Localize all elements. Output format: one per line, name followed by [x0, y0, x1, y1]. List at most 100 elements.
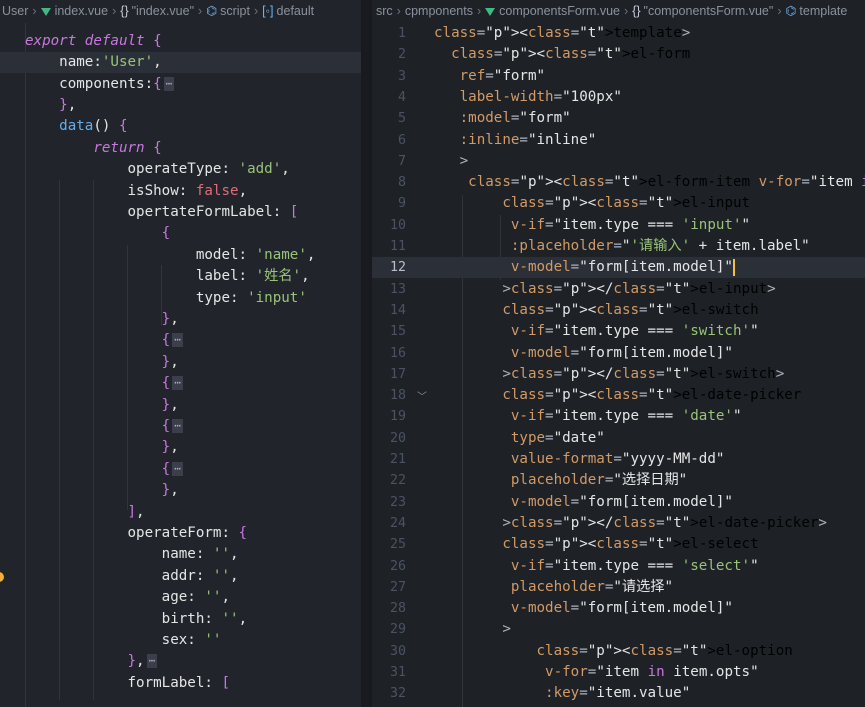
code-line[interactable]: 18 class="p"><class="t">el-date-picker	[372, 385, 865, 406]
code-text: placeholder="请选择"	[510, 578, 674, 595]
code-text: },	[59, 97, 77, 113]
breadcrumb-item[interactable]: User	[2, 4, 28, 18]
right-editor-pane[interactable]: 1 class="p"><class="t">template> 2 class="…	[372, 0, 865, 707]
code-line[interactable]: 12 v-model="form[item.model]"	[372, 257, 865, 279]
code-line[interactable]: }, ⋯	[0, 651, 361, 672]
code-line[interactable]: },	[0, 480, 361, 501]
line-number: 28	[389, 601, 406, 617]
code-line[interactable]: 17 >class="p"></class="t">el-switch>	[372, 364, 865, 385]
fold-ellipsis-icon[interactable]: ⋯	[172, 419, 183, 433]
code-line[interactable]: birth: '',	[0, 609, 361, 630]
code-text: v-model="form[item.model]"	[510, 493, 733, 510]
code-line[interactable]: return {	[0, 138, 361, 159]
code-line[interactable]: },	[0, 352, 361, 373]
code-line[interactable]: 21 value-format="yyyy-MM-dd"	[372, 449, 865, 470]
code-text: >class="p"></class="t">el-input>	[502, 280, 776, 297]
code-line[interactable]: },	[0, 395, 361, 416]
fold-ellipsis-icon[interactable]: ⋯	[146, 654, 158, 669]
code-text: v-model="form[item.model]"	[510, 344, 733, 361]
code-line[interactable]: components:{⋯	[0, 74, 361, 95]
code-line[interactable]: 7 >	[372, 151, 865, 172]
code-line[interactable]: 25 class="p"><class="t">el-select	[372, 534, 865, 555]
code-line[interactable]: 1 class="p"><class="t">template>	[372, 23, 865, 44]
code-line[interactable]: {⋯	[0, 416, 361, 437]
left-editor-pane[interactable]: import {getUser} from '../../../api/data…	[0, 0, 361, 707]
code-text: :placeholder="'请输入' + item.label"	[510, 238, 810, 254]
code-line[interactable]: 32 :key="item.value"	[372, 683, 865, 704]
code-line[interactable]: 19 v-if="item.type === 'date'"	[372, 406, 865, 427]
code-text: components:{⋯	[25, 75, 175, 92]
code-line[interactable]: 23 v-model="form[item.model]"	[372, 492, 865, 513]
breadcrumb-item[interactable]: componentsForm.vue	[499, 4, 620, 18]
code-line[interactable]: 20 type="date"	[372, 428, 865, 449]
line-number: 30	[389, 643, 406, 659]
code-line[interactable]: model: 'name',	[0, 245, 361, 266]
breadcrumb-item[interactable]: template	[799, 4, 847, 18]
code-line[interactable]: name: '',	[0, 544, 361, 565]
code-line[interactable]: 5 :model="form"	[372, 108, 865, 129]
code-line[interactable]: 29 >	[372, 619, 865, 640]
code-line[interactable]: isShow: false,	[0, 181, 361, 202]
code-line[interactable]: name:'User',	[0, 52, 361, 74]
code-line[interactable]: {	[0, 223, 361, 244]
fold-chevron-icon[interactable]: ﹀	[417, 388, 427, 403]
code-line[interactable]: 6 :inline="inline"	[372, 130, 865, 151]
code-line[interactable]: ],	[0, 502, 361, 523]
code-line[interactable]: label: '姓名',	[0, 266, 361, 287]
code-line[interactable]: 11 :placeholder="'请输入' + item.label"	[372, 236, 865, 257]
code-line[interactable]: 4 label-width="100px"	[372, 87, 865, 108]
template-icon: ⌬	[785, 4, 797, 18]
code-line[interactable]: },	[0, 437, 361, 458]
code-line[interactable]: 15 v-if="item.type === 'switch'"	[372, 321, 865, 342]
code-line[interactable]: formLabel: [	[0, 673, 361, 694]
code-line[interactable]: 10 v-if="item.type === 'input'"	[372, 215, 865, 236]
line-number: 32	[389, 686, 406, 702]
code-line[interactable]: operateForm: {	[0, 523, 361, 544]
fold-ellipsis-icon[interactable]: ⋯	[172, 461, 183, 476]
code-line[interactable]: 9 class="p"><class="t">el-input	[372, 193, 865, 214]
breadcrumb-item[interactable]: "componentsForm.vue"	[644, 4, 774, 18]
code-line[interactable]: 14 class="p"><class="t">el-switch	[372, 300, 865, 321]
code-line[interactable]: data() {	[0, 116, 361, 137]
code-line[interactable]: 26 v-if="item.type === 'select'"	[372, 556, 865, 577]
breadcrumb-item[interactable]: src	[376, 4, 393, 18]
fold-ellipsis-icon[interactable]: ⋯	[172, 376, 183, 391]
code-line[interactable]: addr: '',	[0, 566, 361, 587]
breadcrumb-item[interactable]: index.vue	[55, 4, 109, 18]
code-line[interactable]: 22 placeholder="选择日期"	[372, 470, 865, 491]
code-line[interactable]: 31 v-for="item in item.opts"	[372, 662, 865, 683]
code-line[interactable]: 27 placeholder="请选择"	[372, 577, 865, 598]
code-line[interactable]: sex: ''	[0, 630, 361, 651]
code-line[interactable]: 30 class="p"><class="t">el-option	[372, 641, 865, 662]
code-line[interactable]: 16 v-model="form[item.model]"	[372, 343, 865, 364]
code-line[interactable]: opertateFormLabel: [	[0, 202, 361, 223]
code-line[interactable]: 24 >class="p"></class="t">el-date-picker…	[372, 513, 865, 534]
code-line[interactable]: age: '',	[0, 587, 361, 608]
code-line[interactable]: 3 ref="form"	[372, 66, 865, 87]
breadcrumb-item[interactable]: "index.vue"	[132, 4, 194, 18]
code-line[interactable]: {⋯	[0, 373, 361, 394]
breadcrumb-item[interactable]: cpmponents	[405, 4, 473, 18]
fold-ellipsis-icon[interactable]: ⋯	[163, 76, 175, 91]
code-text: name: '',	[25, 546, 239, 563]
line-number: 31	[389, 665, 406, 680]
pane-divider[interactable]	[361, 0, 372, 707]
breadcrumb-item[interactable]: default	[277, 4, 315, 18]
code-text: v-if="item.type === 'input'"	[510, 216, 751, 233]
fold-ellipsis-icon[interactable]: ⋯	[172, 333, 183, 348]
code-line[interactable]: 8 class="p"><class="t">el-form-item v-fo…	[372, 172, 865, 193]
line-number: 24	[389, 515, 406, 531]
code-text: class="p"><class="t">el-input	[502, 195, 751, 212]
code-line[interactable]: 2 class="p"><class="t">el-form	[372, 44, 865, 65]
code-line[interactable]: 13 >class="p"></class="t">el-input>	[372, 279, 865, 300]
code-line[interactable]: export default {	[0, 31, 361, 52]
code-line[interactable]: {⋯	[0, 459, 361, 480]
breadcrumb-item[interactable]: script	[220, 4, 250, 18]
code-line[interactable]: operateType: 'add',	[0, 159, 361, 180]
code-line[interactable]: },	[0, 309, 361, 330]
code-line[interactable]: },	[0, 95, 361, 116]
code-line[interactable]: type: 'input'	[0, 288, 361, 309]
code-line[interactable]: 28 v-model="form[item.model]"	[372, 598, 865, 619]
code-text: >	[502, 621, 511, 638]
code-line[interactable]: {⋯	[0, 330, 361, 351]
